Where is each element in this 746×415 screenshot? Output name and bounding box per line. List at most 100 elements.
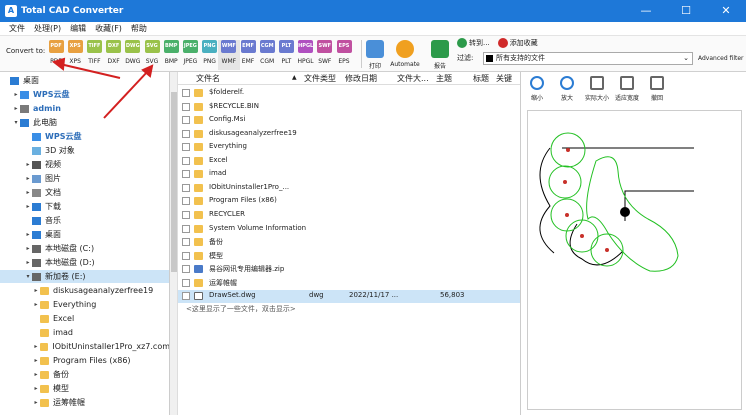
row-checkbox[interactable] <box>182 170 190 179</box>
row-checkbox[interactable] <box>182 265 190 274</box>
tree-item[interactable]: ▾ 新加卷 (E:) <box>0 270 169 283</box>
row-checkbox[interactable] <box>182 156 190 165</box>
file-row[interactable]: diskusageanalyzerfree19 <box>178 128 520 141</box>
row-checkbox[interactable] <box>182 116 190 125</box>
column-keywords[interactable]: 关键 <box>496 73 512 84</box>
row-checkbox[interactable] <box>182 251 190 260</box>
fit-width-button[interactable]: 适应宽度 <box>613 76 641 102</box>
column-date[interactable]: 修改日期 <box>345 73 377 84</box>
column-type[interactable]: 文件类型 <box>304 73 336 84</box>
tree-item[interactable]: ▸ 文档 <box>0 186 169 199</box>
file-row[interactable]: DrawSet.dwg dwg 2022/11/17 ... 56,803 <box>178 290 520 304</box>
actual-size-button[interactable]: 实际大小 <box>583 76 611 102</box>
expand-arrow-icon[interactable]: ▸ <box>24 242 32 255</box>
scrollbar-thumb[interactable] <box>171 92 177 272</box>
tree-item[interactable]: ▾ 此电脑 <box>0 116 169 129</box>
tree-scrollbar[interactable] <box>170 72 178 415</box>
file-row[interactable]: 备份 <box>178 236 520 249</box>
expand-arrow-icon[interactable]: ▸ <box>32 354 40 367</box>
tree-item[interactable]: WPS云盘 <box>0 130 169 143</box>
menu-file[interactable]: 文件 <box>9 23 25 34</box>
expand-arrow-icon[interactable]: ▸ <box>32 298 40 311</box>
tree-item[interactable]: ▸ admin <box>0 102 169 115</box>
tree-item[interactable]: ▸ 本地磁盘 (C:) <box>0 242 169 255</box>
maximize-button[interactable]: ☐ <box>666 0 706 22</box>
tree-item[interactable]: 3D 对象 <box>0 144 169 157</box>
file-row[interactable]: $folderelf. <box>178 87 520 100</box>
minimize-button[interactable]: — <box>626 0 666 22</box>
tree-item[interactable]: ▸ Program Files (x86) <box>0 354 169 367</box>
tree-item[interactable]: imad <box>0 326 169 339</box>
row-checkbox[interactable] <box>182 278 190 287</box>
tree-item[interactable]: ▸ 运筹帷幄 <box>0 396 169 409</box>
file-row[interactable]: imad <box>178 168 520 181</box>
column-size[interactable]: 文件大... <box>397 73 429 84</box>
column-subject[interactable]: 主题 <box>436 73 452 84</box>
tree-item[interactable]: ▸ Everything <box>0 298 169 311</box>
file-row[interactable]: System Volume Information <box>178 223 520 236</box>
add-favorite-button[interactable]: 添加收藏 <box>497 38 538 48</box>
file-row[interactable]: Program Files (x86) <box>178 195 520 208</box>
tree-item[interactable]: ▸ 图片 <box>0 172 169 185</box>
row-checkbox[interactable] <box>182 292 190 301</box>
file-row[interactable]: 模型 <box>178 250 520 263</box>
expand-arrow-icon[interactable]: ▸ <box>12 102 20 115</box>
file-row[interactable]: RECYCLER <box>178 209 520 222</box>
menu-help[interactable]: 帮助 <box>131 23 147 34</box>
expand-arrow-icon[interactable]: ▸ <box>32 368 40 381</box>
expand-arrow-icon[interactable]: ▸ <box>24 256 32 269</box>
expand-arrow-icon[interactable]: ▸ <box>24 200 32 213</box>
file-row[interactable]: Everything <box>178 141 520 154</box>
expand-arrow-icon[interactable]: ▸ <box>24 172 32 185</box>
menu-edit[interactable]: 编辑 <box>70 23 86 34</box>
row-checkbox[interactable] <box>182 238 190 247</box>
expand-arrow-icon[interactable]: ▾ <box>24 270 32 283</box>
row-checkbox[interactable] <box>182 224 190 233</box>
tree-item[interactable]: ▸ diskusageanalyzerfree19 <box>0 284 169 297</box>
print-button[interactable]: 打印 <box>365 40 385 70</box>
close-button[interactable]: ✕ <box>706 0 746 22</box>
tree-item[interactable]: Excel <box>0 312 169 325</box>
row-checkbox[interactable] <box>182 89 190 97</box>
row-checkbox[interactable] <box>182 102 190 111</box>
tree-item[interactable]: 桌面 <box>0 74 169 87</box>
tree-item[interactable]: ▸ WPS云盘 <box>0 88 169 101</box>
format-eps-button[interactable]: EPS EPS <box>333 40 355 70</box>
file-row[interactable]: 运筹帷幄 <box>178 277 520 290</box>
drawing-preview[interactable] <box>527 110 742 410</box>
advanced-filter-button[interactable]: Advanced filter <box>698 55 744 62</box>
expand-arrow-icon[interactable]: ▸ <box>32 340 40 353</box>
expand-arrow-icon[interactable]: ▸ <box>24 228 32 241</box>
goto-button[interactable]: 转到... <box>457 38 490 48</box>
zoom-out-button[interactable]: 缩小 <box>523 76 551 102</box>
row-checkbox[interactable] <box>182 197 190 206</box>
filter-select[interactable]: 所有支持的文件 ⌄ <box>483 52 693 65</box>
file-row[interactable]: IObitUninstaller1Pro_... <box>178 182 520 195</box>
tree-item[interactable]: ▸ 桌面 <box>0 228 169 241</box>
tree-item[interactable]: ▸ 模型 <box>0 382 169 395</box>
report-button[interactable]: 报告 <box>428 40 452 70</box>
tree-item[interactable]: ▸ 视频 <box>0 158 169 171</box>
file-row[interactable]: Config.Msi <box>178 114 520 127</box>
tree-item[interactable]: ▸ 本地磁盘 (D:) <box>0 256 169 269</box>
file-row[interactable]: $RECYCLE.BIN <box>178 101 520 114</box>
tree-item[interactable]: ▸ IObitUninstaller1Pro_xz7.com <box>0 340 169 353</box>
file-row[interactable]: 易谷网讯专用编辑器.zip <box>178 263 520 276</box>
row-checkbox[interactable] <box>182 143 190 152</box>
undo-button[interactable]: 撤回 <box>643 76 671 102</box>
automate-button[interactable]: Automate <box>389 40 421 68</box>
column-name[interactable]: 文件名 <box>196 73 220 84</box>
file-row[interactable]: Excel <box>178 155 520 168</box>
menu-favorites[interactable]: 收藏(F) <box>95 23 122 34</box>
column-title[interactable]: 标题 <box>473 73 489 84</box>
row-checkbox[interactable] <box>182 210 190 219</box>
expand-arrow-icon[interactable]: ▸ <box>24 158 32 171</box>
expand-arrow-icon[interactable]: ▸ <box>32 382 40 395</box>
tree-item[interactable]: ▸ 下载 <box>0 200 169 213</box>
zoom-in-button[interactable]: 放大 <box>553 76 581 102</box>
tree-item[interactable]: 音乐 <box>0 214 169 227</box>
expand-arrow-icon[interactable]: ▸ <box>12 88 20 101</box>
row-checkbox[interactable] <box>182 129 190 138</box>
expand-arrow-icon[interactable]: ▾ <box>12 116 20 129</box>
menu-process[interactable]: 处理(P) <box>34 23 61 34</box>
